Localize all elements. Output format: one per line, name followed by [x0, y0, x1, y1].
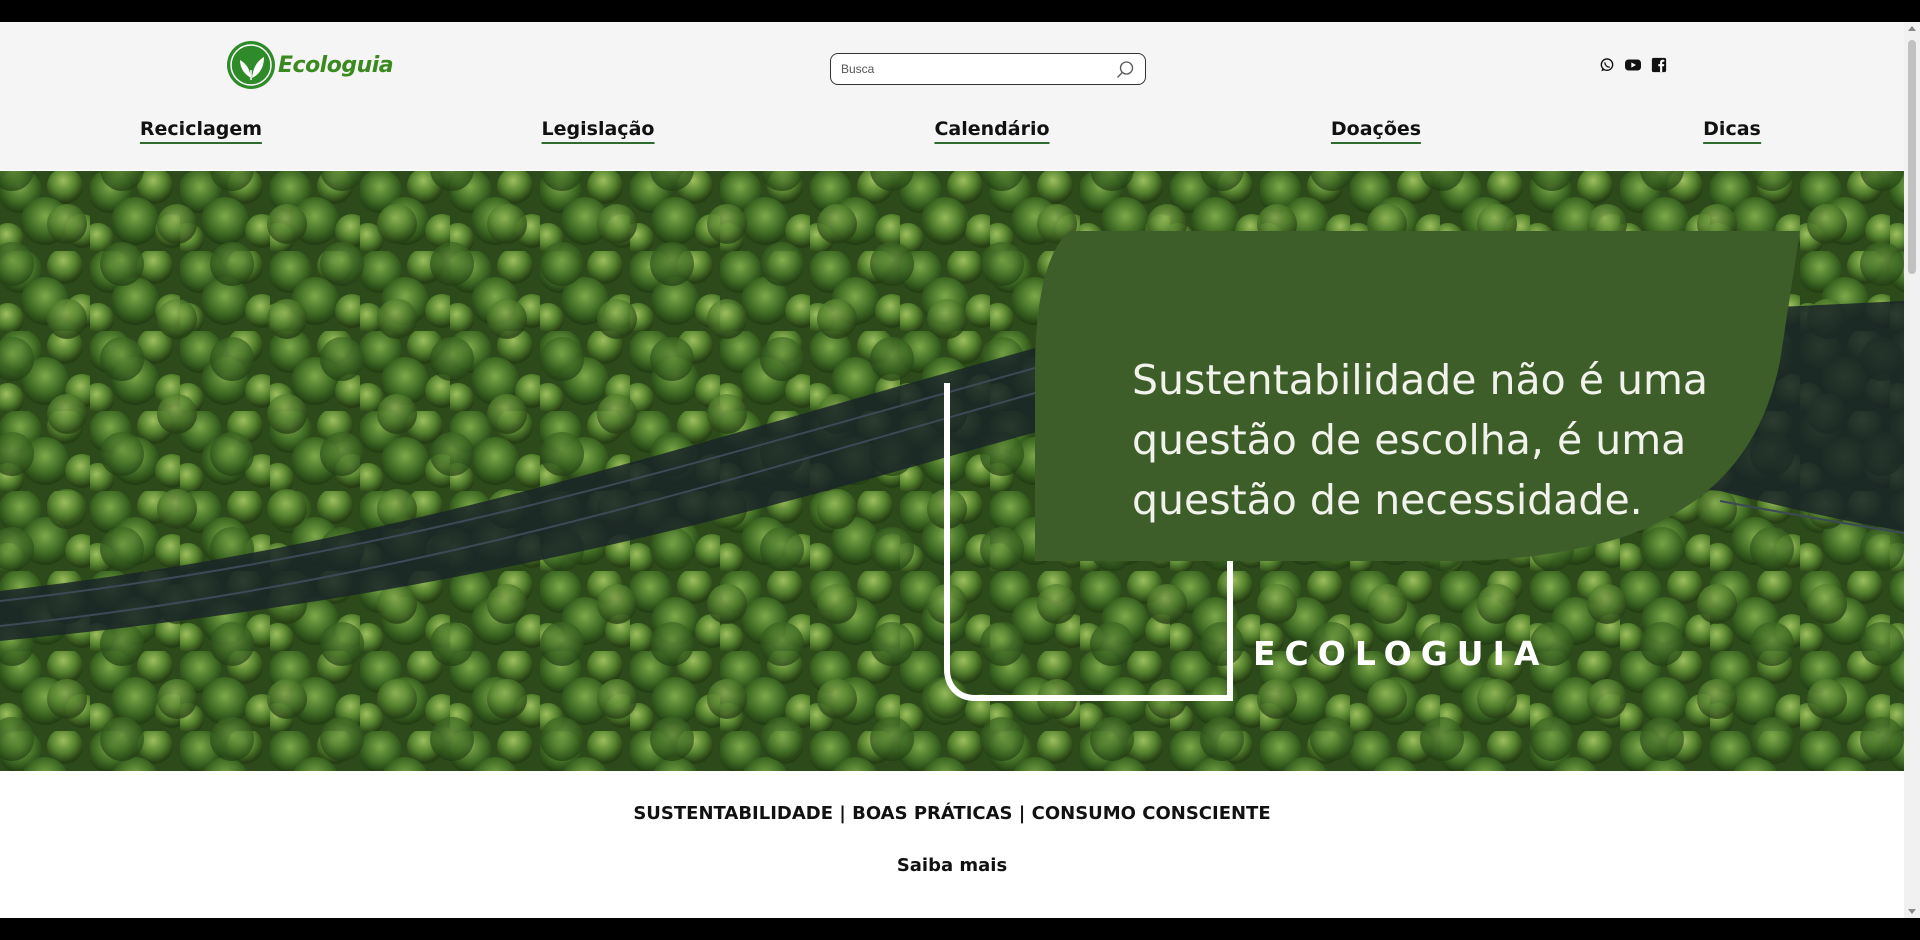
- logo[interactable]: Ecologuia: [226, 40, 394, 90]
- browser-bottom-bar: [0, 918, 1920, 940]
- nav-item-legislacao[interactable]: Legislação: [541, 118, 655, 144]
- hero-banner: Sustentabilidade não é uma questão de es…: [0, 171, 1904, 771]
- scroll-up-icon[interactable]: [1908, 26, 1916, 31]
- nav-item-calendario[interactable]: Calendário: [934, 118, 1050, 144]
- hero-quote-line-2: questão de escolha, é uma: [1132, 416, 1686, 464]
- hero-quote-line-1: Sustentabilidade não é uma: [1132, 356, 1708, 404]
- browser-top-bar: [0, 0, 1920, 22]
- leaf-logo-icon: [227, 41, 275, 89]
- nav-item-doacoes[interactable]: Doações: [1330, 118, 1422, 144]
- hero-quote-line-3: questão de necessidade.: [1132, 476, 1643, 524]
- hero-brand: ECOLOGUIA: [1253, 634, 1548, 673]
- main-nav: Reciclagem Legislação Calendário Doações…: [0, 118, 1904, 170]
- search-box[interactable]: [830, 53, 1146, 85]
- search-icon[interactable]: [1115, 60, 1135, 80]
- nav-item-reciclagem[interactable]: Reciclagem: [139, 118, 263, 144]
- youtube-icon[interactable]: [1624, 56, 1642, 74]
- facebook-icon[interactable]: [1650, 56, 1668, 74]
- page-viewport: Ecologuia Busca Reciclagem Legislação Ca…: [0, 22, 1904, 918]
- site-header: Ecologuia Busca Reciclagem Legislação Ca…: [0, 22, 1904, 170]
- whatsapp-icon[interactable]: [1598, 56, 1616, 74]
- logo-text: Ecologuia: [278, 52, 394, 78]
- saiba-mais-link[interactable]: Saiba mais: [0, 855, 1904, 876]
- nav-item-dicas[interactable]: Dicas: [1703, 118, 1761, 144]
- page-scrollbar[interactable]: [1904, 22, 1920, 918]
- tagline: SUSTENTABILIDADE | BOAS PRÁTICAS | CONSU…: [633, 803, 1271, 824]
- search-input[interactable]: [839, 61, 1103, 77]
- social-links: [1598, 56, 1668, 74]
- hero-image: Sustentabilidade não é uma questão de es…: [0, 171, 1904, 771]
- scroll-thumb[interactable]: [1908, 40, 1916, 274]
- scroll-down-icon[interactable]: [1908, 909, 1916, 914]
